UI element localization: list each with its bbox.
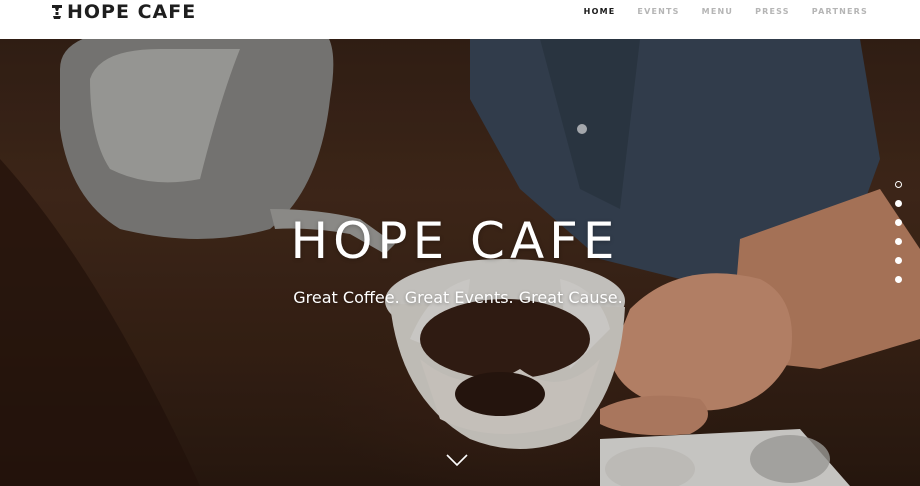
slide-dot-3[interactable]	[895, 219, 902, 226]
slide-dot-2[interactable]	[895, 200, 902, 207]
slide-dot-5[interactable]	[895, 257, 902, 264]
nav-home[interactable]: HOME	[584, 7, 616, 17]
main-nav: HOME EVENTS MENU PRESS PARTNERS	[584, 7, 868, 17]
nav-press[interactable]: PRESS	[755, 7, 790, 17]
hero-section: HOPE CAFE Great Coffee. Great Events. Gr…	[0, 39, 920, 486]
chevron-down-icon[interactable]	[446, 453, 468, 467]
logo-text: HOPE CAFE	[67, 1, 197, 23]
site-header: HOPE CAFE HOME EVENTS MENU PRESS PARTNER…	[0, 0, 920, 39]
hero-subtitle: Great Coffee. Great Events. Great Cause.	[293, 288, 623, 307]
slide-dot-1[interactable]	[895, 181, 902, 188]
hero-title: HOPE CAFE	[290, 212, 620, 270]
nav-events[interactable]: EVENTS	[637, 7, 679, 17]
logo[interactable]: HOPE CAFE	[52, 0, 196, 24]
nav-menu[interactable]: MENU	[702, 7, 733, 17]
slide-dot-6[interactable]	[895, 276, 902, 283]
cup-logo-icon	[52, 5, 62, 19]
slide-dot-4[interactable]	[895, 238, 902, 245]
slide-pagination	[895, 181, 903, 283]
nav-partners[interactable]: PARTNERS	[812, 7, 868, 17]
